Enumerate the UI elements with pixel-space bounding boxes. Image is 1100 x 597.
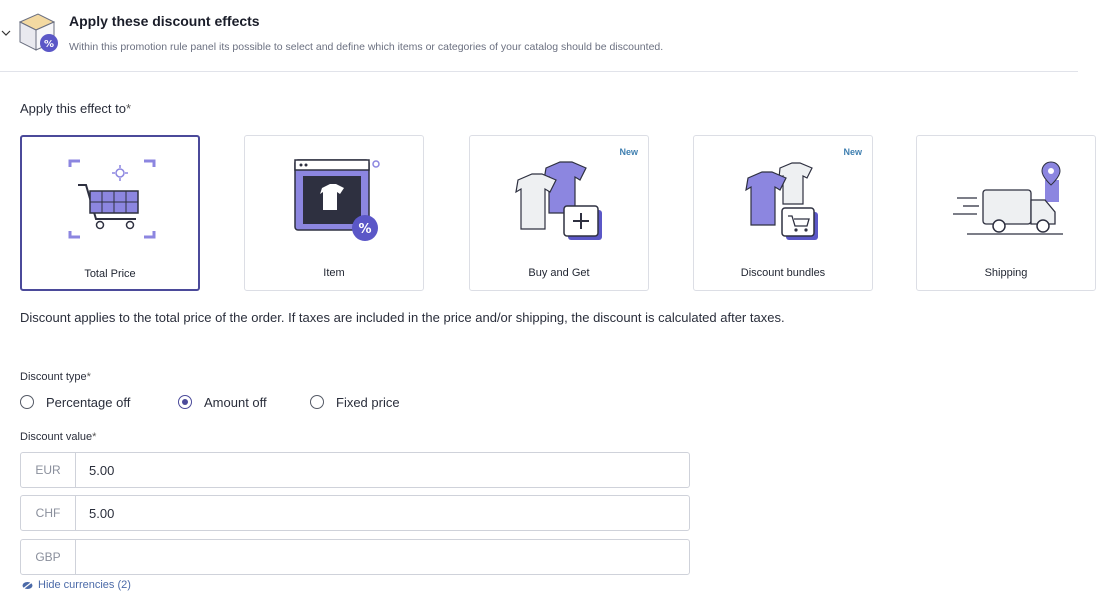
effect-card-label: Total Price xyxy=(84,268,136,280)
required-mark: * xyxy=(86,371,91,383)
discount-type-label: Discount type* xyxy=(20,371,91,383)
radio-percentage-off[interactable]: Percentage off xyxy=(20,392,130,412)
svg-text:%: % xyxy=(358,222,371,237)
radio-button[interactable] xyxy=(178,395,192,409)
radio-label: Fixed price xyxy=(336,394,400,410)
discount-box-icon: % xyxy=(18,13,58,52)
effect-card-total-price[interactable]: Total Price xyxy=(20,135,200,291)
discount-type-radio-group: Percentage off Amount off Fixed price xyxy=(20,392,500,412)
discount-value-chf-field: CHF xyxy=(20,495,690,531)
eye-off-icon xyxy=(22,581,33,589)
apply-effect-label: Apply this effect to* xyxy=(20,101,131,116)
section-subtitle: Within this promotion rule panel its pos… xyxy=(69,41,664,53)
shirts-plus-icon xyxy=(515,161,602,240)
apply-effect-label-text: Apply this effect to xyxy=(20,101,126,116)
currency-prefix: GBP xyxy=(21,540,76,574)
radio-button[interactable] xyxy=(20,395,34,409)
section-header: % Apply these discount effects Within th… xyxy=(0,0,1100,72)
radio-amount-off[interactable]: Amount off xyxy=(178,392,267,412)
effect-card-label: Shipping xyxy=(984,267,1028,279)
svg-text:%: % xyxy=(44,39,54,50)
discount-value-label-text: Discount value xyxy=(20,431,93,443)
shirts-bag-icon xyxy=(745,162,818,240)
header-divider xyxy=(0,71,1078,72)
hide-currencies-text: Hide currencies (2) xyxy=(38,579,131,591)
effect-card-label: Item xyxy=(323,267,345,279)
discount-value-label: Discount value* xyxy=(20,431,96,443)
discount-value-gbp-input[interactable] xyxy=(81,540,689,574)
currency-prefix: CHF xyxy=(21,496,76,530)
effect-description: Discount applies to the total price of t… xyxy=(20,310,785,325)
effect-card-item[interactable]: % Item xyxy=(244,135,424,291)
radio-button[interactable] xyxy=(310,395,324,409)
discount-type-label-text: Discount type xyxy=(20,371,87,383)
new-badge: New xyxy=(843,147,862,157)
hide-currencies-link[interactable]: Hide currencies (2) xyxy=(22,579,131,591)
discount-value-eur-field: EUR xyxy=(20,452,690,488)
required-mark: * xyxy=(126,101,132,116)
effect-card-list: Total Price % Item New Buy and Get New D… xyxy=(20,135,1100,295)
currency-prefix: EUR xyxy=(21,453,76,487)
radio-fixed-price[interactable]: Fixed price xyxy=(310,392,400,412)
radio-label: Amount off xyxy=(204,394,267,410)
effect-card-label: Buy and Get xyxy=(528,267,590,279)
new-badge: New xyxy=(619,147,638,157)
tshirt-percent-icon: % xyxy=(294,159,380,241)
discount-value-gbp-field: GBP xyxy=(20,539,690,575)
discount-value-chf-input[interactable] xyxy=(81,496,689,530)
section-title: Apply these discount effects xyxy=(69,13,260,29)
effect-card-label: Discount bundles xyxy=(740,267,826,279)
effect-card-shipping[interactable]: Shipping xyxy=(916,135,1096,291)
chevron-down-icon[interactable] xyxy=(1,28,11,38)
truck-icon xyxy=(953,161,1063,235)
radio-label: Percentage off xyxy=(46,394,131,410)
required-mark: * xyxy=(92,431,97,443)
effect-card-buy-and-get[interactable]: New Buy and Get xyxy=(469,135,649,291)
cart-icon xyxy=(68,159,156,239)
discount-value-eur-input[interactable] xyxy=(81,453,689,487)
effect-card-discount-bundles[interactable]: New Discount bundles xyxy=(693,135,873,291)
